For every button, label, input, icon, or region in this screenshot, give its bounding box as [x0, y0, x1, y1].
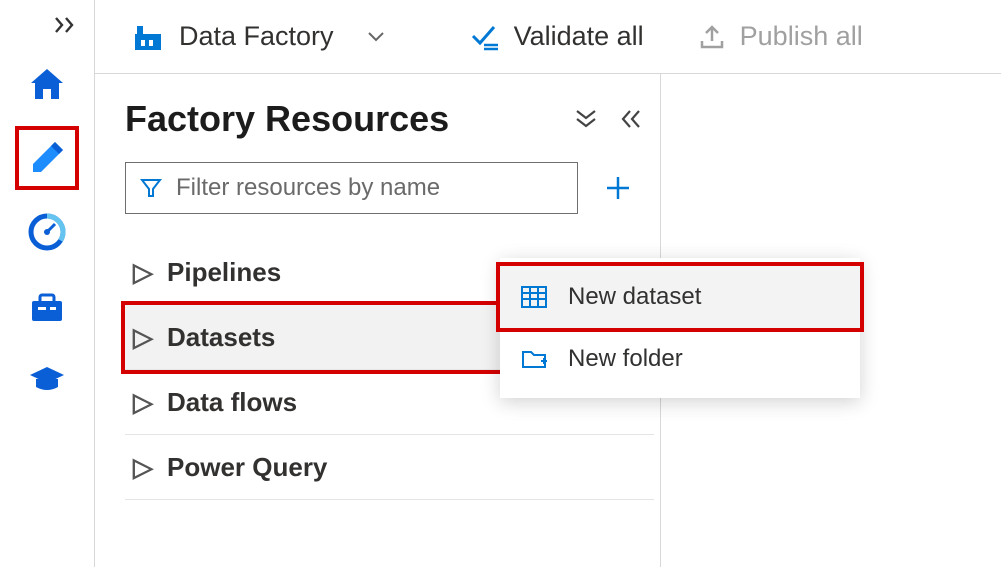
chevron-double-down-icon: [574, 108, 598, 130]
chevron-double-right-icon: [54, 16, 80, 34]
nav-learn[interactable]: [19, 352, 75, 408]
collapse-rail-button[interactable]: [54, 8, 94, 38]
filter-input[interactable]: [176, 174, 563, 202]
datasets-context-menu: New dataset New folder: [500, 258, 860, 398]
publish-all-button[interactable]: Publish all: [698, 21, 863, 52]
tree-item-label: Data flows: [167, 387, 297, 418]
menu-new-folder[interactable]: New folder: [500, 328, 860, 390]
graduation-cap-icon: [26, 359, 68, 401]
tree-item-label: Pipelines: [167, 257, 281, 288]
service-selector[interactable]: Data Factory: [131, 20, 386, 54]
chevron-down-icon: [366, 30, 386, 44]
left-nav-rail: [0, 0, 95, 567]
pencil-icon: [25, 136, 69, 180]
expand-all-button[interactable]: [574, 108, 598, 130]
menu-item-label: New dataset: [568, 283, 701, 311]
validate-icon: [470, 23, 500, 51]
collapse-pane-button[interactable]: [620, 108, 642, 130]
triangle-right-icon: ▷: [133, 322, 149, 353]
menu-new-dataset[interactable]: New dataset: [500, 266, 860, 328]
validate-all-button[interactable]: Validate all: [470, 21, 644, 52]
home-icon: [26, 63, 68, 105]
filter-icon: [140, 177, 162, 199]
tree-item-power-query[interactable]: ▷ Power Query: [125, 435, 654, 500]
tree-item-label: Datasets: [167, 322, 275, 353]
data-factory-icon: [131, 20, 165, 54]
top-toolbar: Data Factory Validate all: [95, 0, 1001, 74]
upload-icon: [698, 23, 726, 51]
folder-plus-icon: [520, 346, 548, 372]
tree-item-label: Power Query: [167, 452, 327, 483]
nav-home[interactable]: [19, 56, 75, 112]
triangle-right-icon: ▷: [133, 387, 149, 418]
plus-icon: [603, 173, 633, 203]
gauge-icon: [26, 211, 68, 253]
nav-author[interactable]: [19, 130, 75, 186]
nav-monitor[interactable]: [19, 204, 75, 260]
dataset-icon: [520, 284, 548, 310]
filter-box[interactable]: [125, 162, 578, 214]
toolbox-icon: [26, 285, 68, 327]
triangle-right-icon: ▷: [133, 257, 149, 288]
chevron-double-left-icon: [620, 108, 642, 130]
service-label: Data Factory: [179, 21, 334, 52]
factory-resources-title: Factory Resources: [125, 98, 449, 140]
menu-item-label: New folder: [568, 345, 683, 373]
nav-manage[interactable]: [19, 278, 75, 334]
publish-all-label: Publish all: [740, 21, 863, 52]
validate-all-label: Validate all: [514, 21, 644, 52]
add-resource-button[interactable]: [598, 168, 638, 208]
triangle-right-icon: ▷: [133, 452, 149, 483]
